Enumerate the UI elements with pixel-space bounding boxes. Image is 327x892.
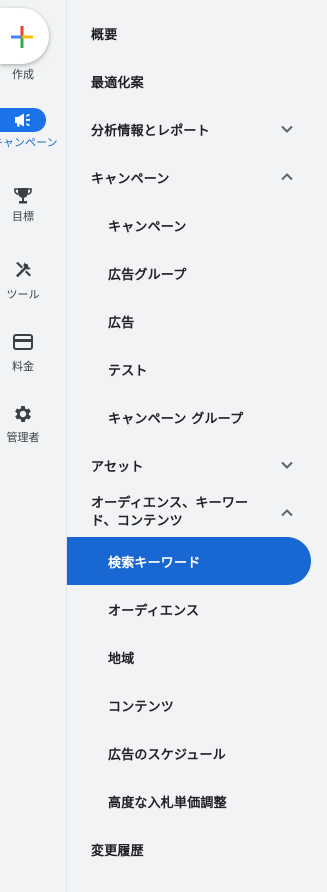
menu-item-search-keywords[interactable]: 検索キーワード <box>67 537 311 585</box>
menu-label: オーディエンス <box>108 603 200 619</box>
billing-label: 料金 <box>12 360 34 373</box>
chevron-down-icon[interactable] <box>280 460 294 470</box>
tools-icon <box>16 262 31 278</box>
chevron-up-icon[interactable] <box>280 508 294 518</box>
menu-label: 最適化案 <box>91 75 144 91</box>
campaigns-pill <box>0 108 46 132</box>
menu-label: キャンペーン グループ <box>108 411 244 427</box>
menu-item-campaigns[interactable]: キャンペーン <box>67 153 327 201</box>
menu-item-ad-schedule[interactable]: 広告のスケジュール <box>67 729 327 777</box>
menu-label: コンテンツ <box>108 699 175 715</box>
menu-item-content[interactable]: コンテンツ <box>67 681 327 729</box>
menu-label: 地域 <box>108 651 135 667</box>
rail-admin[interactable]: 管理者 <box>0 403 46 444</box>
left-rail: 作成 キャンペーン 目標 ツー <box>0 0 66 892</box>
menu-label: 検索キーワード <box>108 555 201 571</box>
menu-label: 分析情報とレポート <box>91 123 210 139</box>
menu-label: テスト <box>108 363 148 379</box>
gear-icon <box>15 406 31 422</box>
plus-icon <box>11 26 33 48</box>
menu-label: 変更履歴 <box>91 843 144 859</box>
rail-campaigns[interactable]: キャンペーン <box>0 108 57 149</box>
menu-label: アセット <box>91 459 144 475</box>
create-label-wrap: 作成 <box>0 68 46 81</box>
menu-label: オーディエンス、キーワード、コンテンツ <box>91 496 249 529</box>
menu-item-campaigns-sub[interactable]: キャンペーン <box>67 201 327 249</box>
menu-label: キャンペーン <box>108 219 187 235</box>
menu-item-insights[interactable]: 分析情報とレポート <box>67 105 327 153</box>
menu-item-audiences[interactable]: オーディエンス <box>67 585 327 633</box>
menu-item-advanced-bid-adjustments[interactable]: 高度な入札単価調整 <box>67 777 327 825</box>
menu-label: 広告のスケジュール <box>108 747 226 763</box>
menu-item-experiments[interactable]: テスト <box>67 345 327 393</box>
goals-label: 目標 <box>12 210 34 223</box>
tools-label: ツール <box>6 288 40 301</box>
menu-item-recommendations[interactable]: 最適化案 <box>67 57 327 105</box>
menu-item-change-history[interactable]: 変更履歴 <box>67 825 327 873</box>
credit-card-icon <box>13 334 33 350</box>
menu-label: 概要 <box>91 27 118 43</box>
rail-tools[interactable]: ツール <box>0 260 46 301</box>
menu-item-campaign-groups[interactable]: キャンペーン グループ <box>67 393 327 441</box>
menu-label: 広告グループ <box>108 267 187 283</box>
menu-item-ads[interactable]: 広告 <box>67 297 327 345</box>
menu-label: キャンペーン <box>91 171 170 187</box>
rail-goals[interactable]: 目標 <box>0 186 46 223</box>
menu-item-ad-groups[interactable]: 広告グループ <box>67 249 327 297</box>
menu-label: 広告 <box>108 315 135 331</box>
create-button[interactable] <box>0 8 49 64</box>
menu-item-locations[interactable]: 地域 <box>67 633 327 681</box>
create-label: 作成 <box>12 68 34 81</box>
rail-billing[interactable]: 料金 <box>0 333 46 373</box>
admin-label: 管理者 <box>6 431 40 444</box>
menu-label: 高度な入札単価調整 <box>108 795 227 811</box>
menu-item-audiences-keywords-content[interactable]: オーディエンス、キーワード、コンテンツ <box>67 483 327 543</box>
chevron-down-icon[interactable] <box>280 124 294 134</box>
menu-item-assets[interactable]: アセット <box>67 441 327 489</box>
megaphone-icon <box>15 113 30 127</box>
chevron-up-icon[interactable] <box>280 172 294 182</box>
nav-menu: 概要 最適化案 分析情報とレポート キャンペーン キャンペーン 広告グループ 広… <box>67 0 327 892</box>
trophy-icon <box>14 188 32 204</box>
campaigns-label: キャンペーン <box>0 136 58 149</box>
menu-item-overview[interactable]: 概要 <box>67 9 327 57</box>
